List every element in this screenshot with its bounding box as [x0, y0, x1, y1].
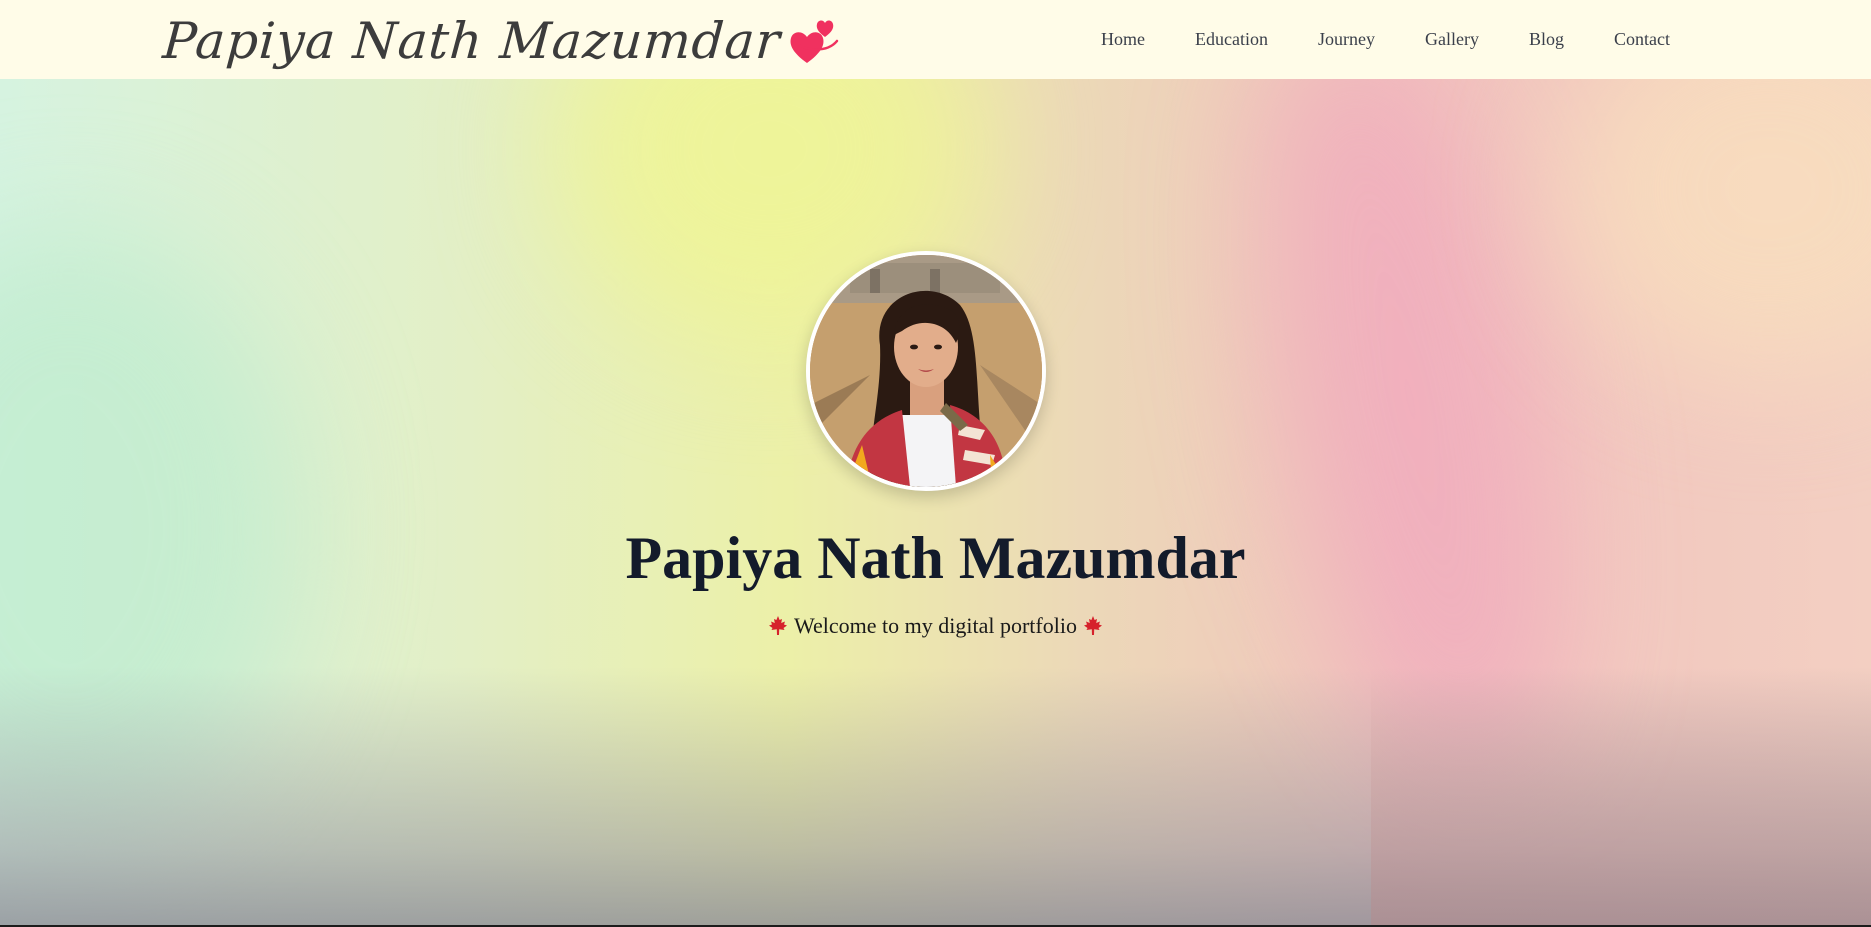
brand-logo-link[interactable]: Papiya Nath Mazumdar — [160, 6, 843, 76]
double-heart-icon — [790, 20, 838, 63]
profile-photo — [806, 251, 1046, 491]
nav-journey[interactable]: Journey — [1318, 29, 1375, 50]
background-shade — [1371, 667, 1871, 927]
hero-subtitle-text: Welcome to my digital portfolio — [794, 613, 1077, 638]
profile-photo-illustration — [810, 255, 1042, 487]
brand-name: Papiya Nath Mazumdar — [160, 12, 783, 70]
hero-section: Papiya Nath Mazumdar Welcome to my digit… — [0, 79, 1871, 927]
main-nav: Home Education Journey Gallery Blog Cont… — [1051, 0, 1670, 79]
maple-leaf-icon — [769, 616, 788, 635]
nav-contact[interactable]: Contact — [1614, 29, 1670, 50]
nav-education[interactable]: Education — [1195, 29, 1268, 50]
site-header: Papiya Nath Mazumdar Home Education Jour… — [0, 0, 1871, 79]
hero-subtitle: Welcome to my digital portfolio — [0, 613, 1871, 639]
nav-gallery[interactable]: Gallery — [1425, 29, 1479, 50]
nav-blog[interactable]: Blog — [1529, 29, 1564, 50]
hero-title: Papiya Nath Mazumdar — [625, 525, 1246, 591]
maple-leaf-icon — [1083, 616, 1102, 635]
nav-home[interactable]: Home — [1101, 29, 1145, 50]
background-glow — [1560, 79, 1871, 379]
